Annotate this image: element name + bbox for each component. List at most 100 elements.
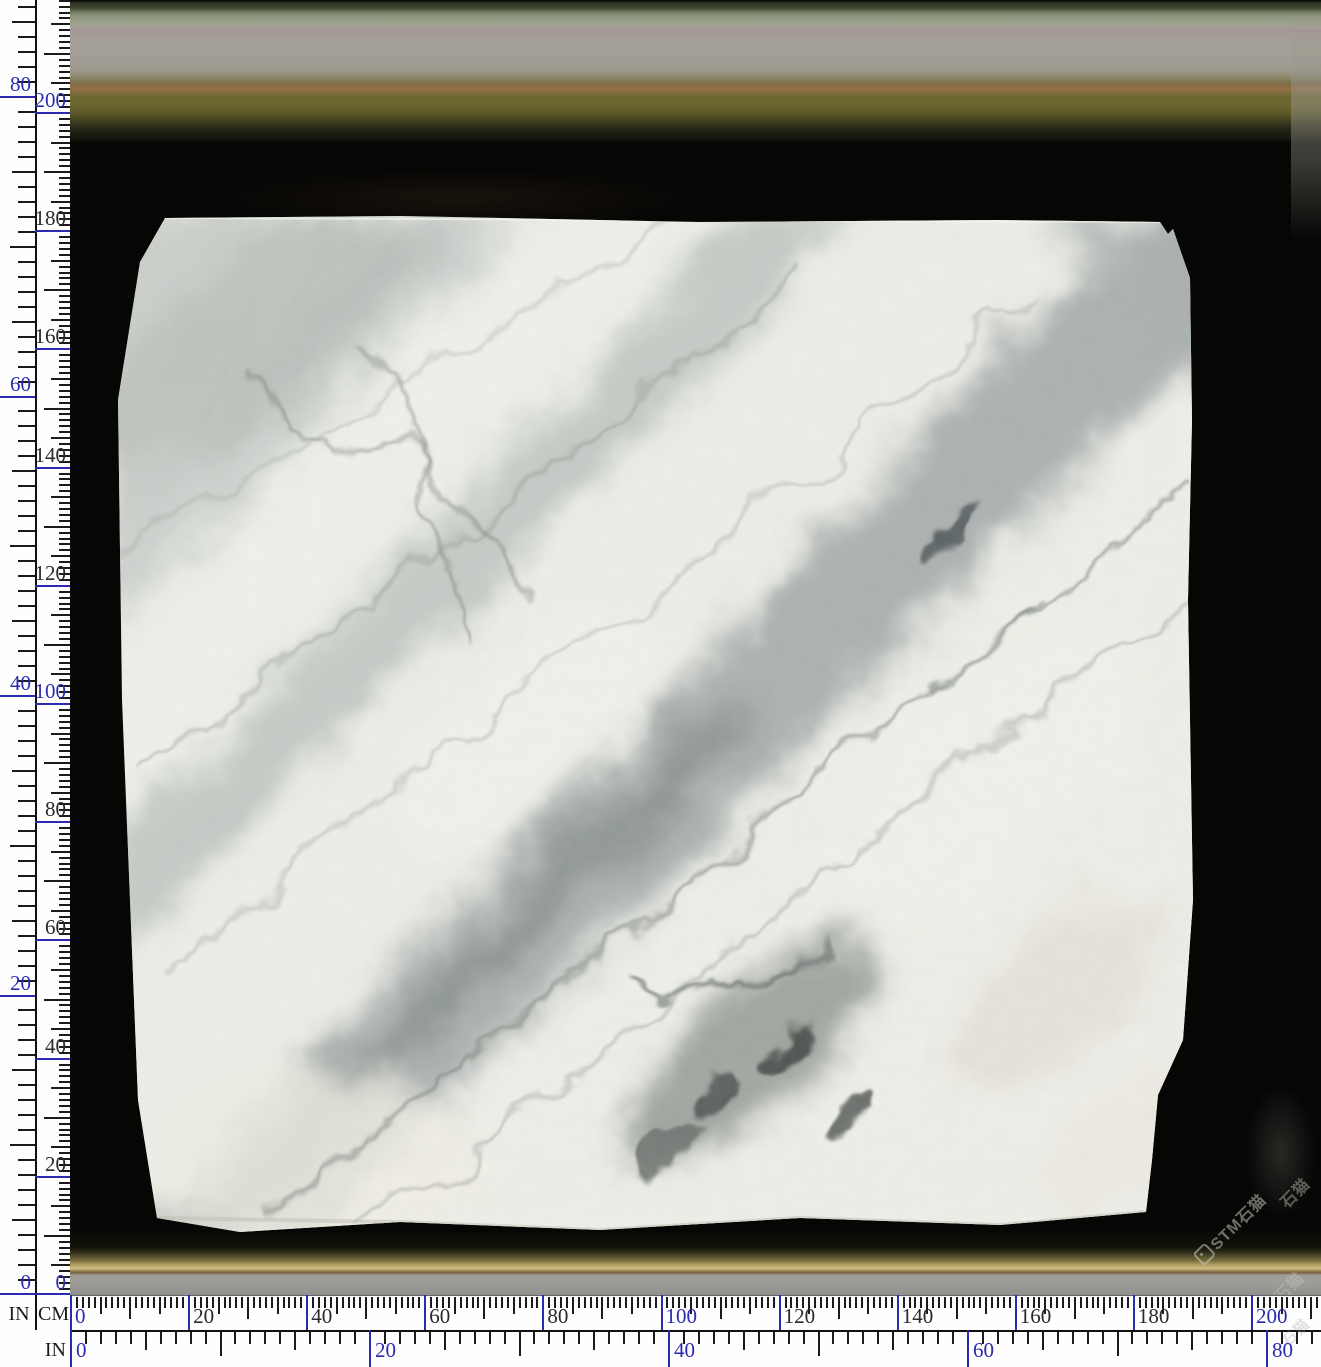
vertical-cm-label: 200 [28, 89, 68, 111]
ruler-tick [44, 880, 70, 882]
ruler-tick [59, 957, 70, 959]
ruler-tick [444, 1332, 446, 1350]
ruler-tick [224, 1297, 226, 1308]
ruler-tick [259, 1297, 261, 1308]
ruler-tick [100, 1332, 102, 1344]
ruler-tick [489, 1297, 491, 1308]
ruler-tick [563, 1332, 565, 1344]
ruler-tick [59, 963, 70, 965]
ruler-tick [18, 1234, 35, 1236]
ruler-tick [513, 1297, 515, 1314]
cm-mark-line [1133, 1295, 1135, 1330]
ruler-tick [844, 1297, 846, 1308]
ruler-tick [758, 1332, 760, 1344]
ruler-tick [59, 153, 70, 155]
ruler-tick [879, 1297, 881, 1308]
ruler-tick [371, 1297, 373, 1308]
ruler-tick [18, 740, 35, 742]
ruler-tick [619, 1297, 621, 1308]
ruler-tick [18, 1114, 35, 1116]
ruler-tick [1191, 1332, 1193, 1350]
vertical-cm-label: 40 [28, 1035, 68, 1057]
ruler-tick [698, 1332, 700, 1344]
ruler-tick [1068, 1297, 1070, 1308]
ruler-tick [1161, 1332, 1163, 1344]
ruler-tick [44, 1117, 70, 1119]
ruler-tick [892, 1332, 894, 1350]
ruler-tick [135, 1297, 137, 1308]
ruler-tick [519, 1332, 521, 1356]
ruler-tick [737, 1297, 739, 1308]
ruler-tick [773, 1297, 775, 1308]
ruler-tick [477, 1297, 479, 1308]
ruler-tick [59, 514, 70, 516]
scanner-image-area: STM石猫 石猫 石猫 [0, 0, 1321, 1295]
ruler-tick [743, 1332, 745, 1350]
ruler-tick [572, 1297, 574, 1314]
inch-mark-line [369, 1330, 371, 1367]
ruler-tick [991, 1297, 993, 1308]
vertical-cm-unit-label: CM [38, 1303, 68, 1325]
horizontal-cm-label: 160 [1020, 1305, 1052, 1327]
ruler-tick [130, 1332, 132, 1344]
ruler-tick [59, 366, 70, 368]
ruler-tick [631, 1297, 633, 1314]
vertical-inch-label: 0 [0, 1271, 31, 1293]
vertical-cm-label: 80 [28, 798, 68, 820]
ruler-tick [12, 620, 35, 622]
ruler-tick [466, 1297, 468, 1308]
ruler-tick [1003, 1297, 1005, 1308]
ruler-tick [1042, 1332, 1044, 1350]
ruler-tick [18, 485, 35, 487]
ruler-tick [720, 1297, 722, 1319]
ruler-tick [10, 246, 35, 248]
ruler-tick [59, 390, 70, 392]
ruler-tick [773, 1332, 775, 1344]
ruler-tick [182, 1297, 184, 1308]
ruler-tick [59, 892, 70, 894]
ruler-tick [12, 470, 35, 472]
ruler-tick [418, 1297, 420, 1308]
ruler-tick [377, 1297, 379, 1308]
ruler-tick [51, 23, 70, 25]
cm-mark-line [661, 1295, 663, 1330]
ruler-tick [59, 780, 70, 782]
ruler-tick [862, 1332, 864, 1344]
ruler-tick [44, 53, 70, 55]
ruler-tick [525, 1297, 527, 1308]
ruler-tick [655, 1297, 657, 1308]
ruler-tick [59, 0, 70, 2]
ruler-tick [59, 77, 70, 79]
ruler-tick [59, 473, 70, 475]
ruler-tick [100, 1297, 102, 1314]
horizontal-inch-label: 60 [973, 1339, 994, 1361]
ruler-tick [1180, 1297, 1182, 1308]
ruler-tick [832, 1332, 834, 1344]
ruler-tick [59, 868, 70, 870]
ruler-tick [460, 1297, 462, 1308]
ruler-tick [501, 1297, 503, 1308]
ruler-tick [59, 313, 70, 315]
ruler-tick [952, 1332, 954, 1344]
ruler-tick [59, 1105, 70, 1107]
ruler-tick [175, 1332, 177, 1344]
ruler-tick [176, 1297, 178, 1308]
ruler-tick [818, 1332, 820, 1356]
ruler-tick [59, 47, 70, 49]
ruler-tick [638, 1332, 640, 1344]
ruler-tick [44, 999, 70, 1001]
ruler-tick [44, 1235, 70, 1237]
ruler-tick [731, 1297, 733, 1308]
ruler-tick [1221, 1332, 1223, 1344]
ruler-tick [10, 1144, 35, 1146]
cm-mark-line [306, 1295, 308, 1330]
ruler-tick [59, 1069, 70, 1071]
ruler-tick [578, 1297, 580, 1308]
ruler-tick [1056, 1297, 1058, 1308]
ruler-tick [59, 626, 70, 628]
ruler-tick [51, 969, 70, 971]
ruler-column-divider [35, 1295, 37, 1330]
ruler-tick [59, 295, 70, 297]
ruler-tick [489, 1332, 491, 1344]
inch-mark-line [668, 1330, 670, 1367]
